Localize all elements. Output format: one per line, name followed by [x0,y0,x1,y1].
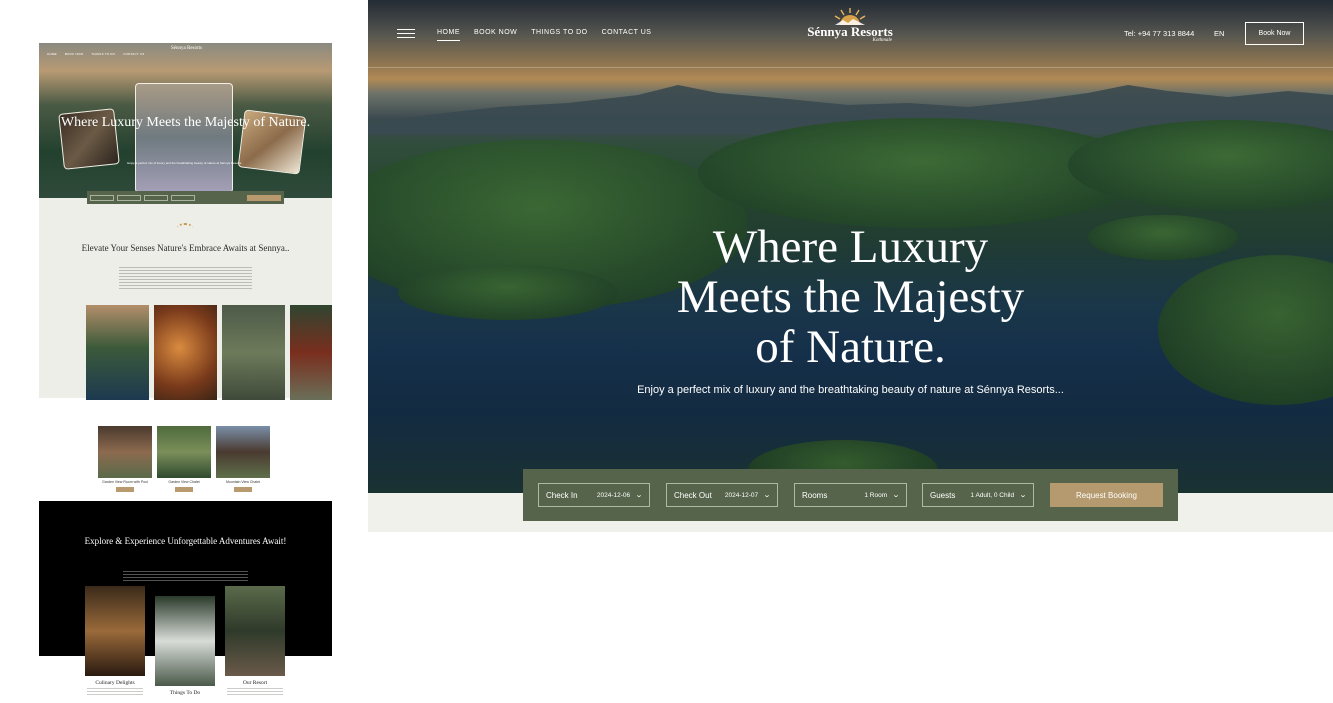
preview-feature-card: Things To Do [155,596,215,696]
preview-room-name: Garden View Chalet [168,480,200,484]
preview-room-button [116,487,134,492]
preview-feature-image [85,586,145,676]
hero-title: Where Luxury Meets the Majesty of Nature… [368,222,1333,372]
check-out-label: Check Out [674,490,712,500]
hero-section: HOME BOOK NOW THINGS TO DO CONTACT US Sé… [368,0,1333,493]
preview-hero-subtitle: Enjoy a perfect mix of luxury and the br… [127,161,244,165]
preview-feature-card: Culinary Delights [85,586,145,696]
preview-feature-name: Culinary Delights [95,680,135,686]
rooms-select[interactable]: Rooms 1 Room ⌄ [794,483,907,507]
full-page-preview: HOME BOOK NOW THINGS TO DO CONTACT US Sé… [39,43,332,703]
preview-sun-icon [177,223,193,233]
request-booking-button[interactable]: Request Booking [1050,483,1163,507]
book-now-button[interactable]: Book Now [1245,22,1304,45]
preview-room-image [157,426,211,478]
check-in-label: Check In [546,490,578,500]
preview-logo: Sénnya Resorts [171,46,202,51]
preview-photo-collage [58,83,311,193]
main-menu: HOME BOOK NOW THINGS TO DO CONTACT US [437,29,651,41]
nav-book-now[interactable]: BOOK NOW [474,29,517,41]
preview-nav-item: BOOK NOW [64,52,84,56]
preview-feature-image [155,596,215,686]
guests-label: Guests [930,490,956,500]
menu-icon[interactable] [397,29,415,38]
check-in-field[interactable]: Check In 2024-12-06 ⌄ [538,483,650,507]
preview-field [171,194,195,201]
check-out-field[interactable]: Check Out 2024-12-07 ⌄ [666,483,778,507]
booking-bar: Check In 2024-12-06 ⌄ Check Out 2024-12-… [523,469,1178,521]
nav-contact-us[interactable]: CONTACT US [602,29,652,41]
preview-booking-bar [87,191,284,204]
phone-number[interactable]: Tel: +94 77 313 8844 [1124,29,1194,38]
rooms-label: Rooms [802,490,828,500]
preview-room-image [98,426,152,478]
homepage: HOME BOOK NOW THINGS TO DO CONTACT US Sé… [368,0,1333,532]
preview-request-button [247,194,281,201]
preview-hero: HOME BOOK NOW THINGS TO DO CONTACT US Sé… [39,43,332,198]
preview-nav-item: CONTACT US [123,52,145,56]
preview-hero-title: Where Luxury Meets the Majesty of Nature… [60,115,311,130]
preview-room-button [175,487,193,492]
nav-home[interactable]: HOME [437,29,460,41]
preview-feature-name: Our Resort [242,680,268,686]
language-selector[interactable]: EN [1214,29,1224,38]
preview-lake-photo [86,305,149,400]
hero-subtitle: Enjoy a perfect mix of luxury and the br… [637,384,1064,396]
preview-feature-cards: Culinary Delights Things To Do Our Resor… [85,586,290,703]
preview-feature-text [87,688,143,696]
check-out-value: 2024-12-07 [724,491,759,499]
preview-field [144,194,168,201]
chevron-down-icon: ⌄ [1018,492,1028,499]
guests-select[interactable]: Guests 1 Adult, 0 Child ⌄ [922,483,1034,507]
preview-photo-strip [86,305,332,400]
preview-adventure-title: Explore & Experience Unforgettable Adven… [84,536,287,546]
preview-room-card: Garden View Room with Pool [98,426,152,492]
preview-feature-image [225,586,285,676]
preview-field [117,194,141,201]
preview-section-title: Elevate Your Senses Nature's Embrace Awa… [81,243,290,253]
guests-value: 1 Adult, 0 Child [970,491,1015,499]
preview-bus-photo [290,305,332,400]
preview-feature-card: Our Resort [225,586,285,696]
preview-paragraph [119,267,252,289]
preview-room-name: Mountain View Chalet [226,480,260,484]
preview-hike-photo [222,305,285,400]
preview-room-card: Garden View Chalet [157,426,211,492]
hero-title-line: Meets the Majesty [676,271,1025,323]
preview-feature-text [227,688,283,696]
preview-field [90,194,114,201]
preview-nav-item: THINGS TO DO [91,52,116,56]
nav-things-to-do[interactable]: THINGS TO DO [531,29,587,41]
check-in-value: 2024-12-06 [596,491,631,499]
hero-title-line: of Nature. [755,321,946,373]
preview-adventure-paragraph [123,571,248,583]
resort-logo[interactable]: Sénnya Resorts Kothmale [800,8,900,54]
hero-title-line: Where Luxury [712,221,989,273]
rooms-value: 1 Room [864,491,888,499]
preview-feature-name: Things To Do [169,690,201,696]
preview-nav-item: HOME [47,52,57,56]
chevron-down-icon: ⌄ [634,492,644,499]
logo-brand-name: Sénnya Resorts [807,24,893,39]
preview-room-card: Mountain View Chalet [216,426,270,492]
preview-room-button [234,487,252,492]
chevron-down-icon: ⌄ [891,492,901,499]
preview-rooms: Garden View Room with Pool Garden View C… [98,426,270,492]
top-nav: HOME BOOK NOW THINGS TO DO CONTACT US Sé… [368,0,1333,68]
preview-room-image [216,426,270,478]
preview-curry-photo [154,305,217,400]
preview-room-name: Garden View Room with Pool [102,480,148,484]
preview-yoga-photo [135,83,233,193]
chevron-down-icon: ⌄ [762,492,772,499]
